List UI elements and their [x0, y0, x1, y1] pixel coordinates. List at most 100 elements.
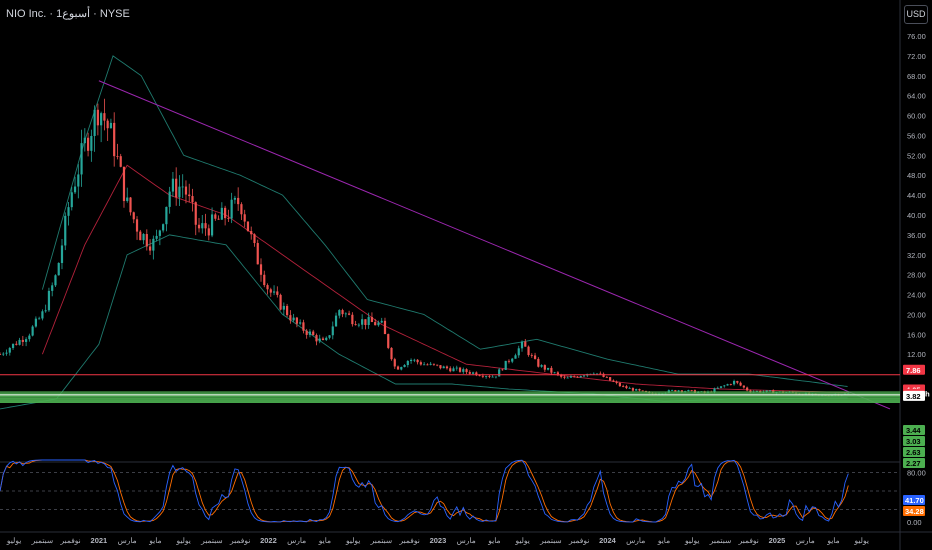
- stoch-tick-label: 80.00: [907, 468, 926, 477]
- candle-body: [155, 235, 158, 239]
- candle-body: [86, 137, 90, 151]
- candle-body: [436, 364, 439, 366]
- price-tick-label: 48.00: [907, 171, 926, 180]
- candle-body: [113, 122, 116, 157]
- candle-body: [162, 224, 165, 231]
- candle-body: [338, 310, 341, 316]
- candle-body: [70, 192, 73, 208]
- candle-body: [622, 386, 625, 387]
- candle-body: [403, 365, 406, 368]
- chart-canvas[interactable]: 76.00 72.00 68.00 64.00 60.00 56.00 52.00 48.00…: [0, 0, 932, 550]
- candle-body: [442, 366, 445, 369]
- candle-body: [576, 376, 579, 378]
- candle-body: [364, 319, 367, 325]
- candle-body: [347, 313, 351, 315]
- time-tick-label: مايو: [148, 536, 161, 545]
- candle-body: [439, 365, 442, 369]
- candle-body: [563, 376, 566, 378]
- candle-body: [21, 339, 24, 342]
- candle-body: [220, 207, 223, 220]
- candle-body: [204, 223, 207, 229]
- candle-body: [507, 360, 511, 362]
- candle-body: [34, 318, 37, 327]
- candle-body: [543, 365, 546, 370]
- candle-body: [266, 285, 269, 290]
- candle-body: [214, 214, 217, 219]
- candle-body: [259, 264, 263, 275]
- candle-body: [635, 389, 638, 391]
- price-tick-label: 40.00: [907, 211, 926, 220]
- candle-body: [2, 353, 5, 355]
- price-tag-label: 7.86: [906, 366, 921, 375]
- candle-body: [742, 385, 745, 388]
- candle-body: [729, 384, 732, 385]
- candle-body: [488, 376, 491, 378]
- candle-body: [60, 245, 64, 264]
- candle-body: [217, 218, 220, 220]
- price-tick-label: 20.00: [907, 310, 926, 319]
- candle-body: [449, 368, 452, 372]
- price-tick-label: 12.00: [907, 350, 926, 359]
- candle-body: [452, 368, 455, 372]
- price-tick-label: 32.00: [907, 251, 926, 260]
- candle-body: [263, 274, 266, 286]
- candle-body: [641, 390, 644, 392]
- candle-body: [547, 367, 550, 370]
- candle-body: [670, 390, 674, 391]
- candle-body: [73, 186, 77, 193]
- candle-body: [145, 234, 148, 247]
- candle-body: [599, 373, 602, 375]
- price-tag-label: 3.82: [906, 392, 921, 401]
- candle-body: [550, 367, 553, 373]
- price-tick-label: 28.00: [907, 271, 926, 280]
- candle-body: [116, 156, 119, 157]
- candle-body: [527, 346, 530, 356]
- time-tick-label: يوليو: [854, 536, 869, 545]
- time-tick-label: 2024: [599, 536, 617, 545]
- price-tick-label: 64.00: [907, 92, 926, 101]
- time-tick-label: مارس: [457, 536, 476, 545]
- candle-body: [103, 113, 106, 121]
- candle-body: [491, 376, 494, 378]
- candle-body: [171, 178, 175, 192]
- time-tick-label: 2022: [260, 536, 277, 545]
- candle-body: [370, 317, 374, 322]
- candle-body: [233, 197, 237, 200]
- price-tick-label: 60.00: [907, 112, 926, 121]
- bb-upper-line: [41, 55, 848, 387]
- candle-body: [612, 380, 615, 382]
- candle-body: [158, 230, 161, 236]
- price-tick-label: 36.00: [907, 231, 926, 240]
- candle-body: [471, 372, 475, 374]
- candle-body: [119, 156, 122, 167]
- candle-body: [227, 218, 230, 219]
- candle-body: [615, 381, 618, 383]
- candle-body: [67, 207, 70, 216]
- candle-body: [308, 331, 312, 335]
- time-tick-label: 2023: [430, 536, 447, 545]
- candle-body: [533, 355, 537, 359]
- candle-body: [282, 305, 285, 310]
- candle-body: [377, 322, 380, 326]
- candle-body: [142, 234, 145, 241]
- candle-body: [132, 212, 135, 220]
- candle-body: [315, 335, 318, 342]
- candle-body: [393, 359, 396, 367]
- candle-body: [739, 382, 742, 386]
- candle-body: [357, 324, 360, 326]
- stoch-tag-label: 34.28: [905, 507, 924, 516]
- candle-body: [289, 315, 292, 321]
- candle-body: [719, 386, 723, 388]
- candle-body: [494, 376, 498, 378]
- candle-body: [638, 389, 641, 391]
- price-tick-label: 24.00: [907, 291, 926, 300]
- candle-body: [168, 191, 171, 207]
- candle-body: [520, 341, 524, 349]
- candle-body: [674, 390, 677, 392]
- candle-body: [736, 381, 739, 383]
- candle-body: [122, 166, 126, 202]
- candle-body: [77, 174, 80, 187]
- candle-body: [106, 120, 109, 129]
- currency-button[interactable]: USD: [904, 5, 928, 24]
- time-tick-label: مارس: [118, 536, 137, 545]
